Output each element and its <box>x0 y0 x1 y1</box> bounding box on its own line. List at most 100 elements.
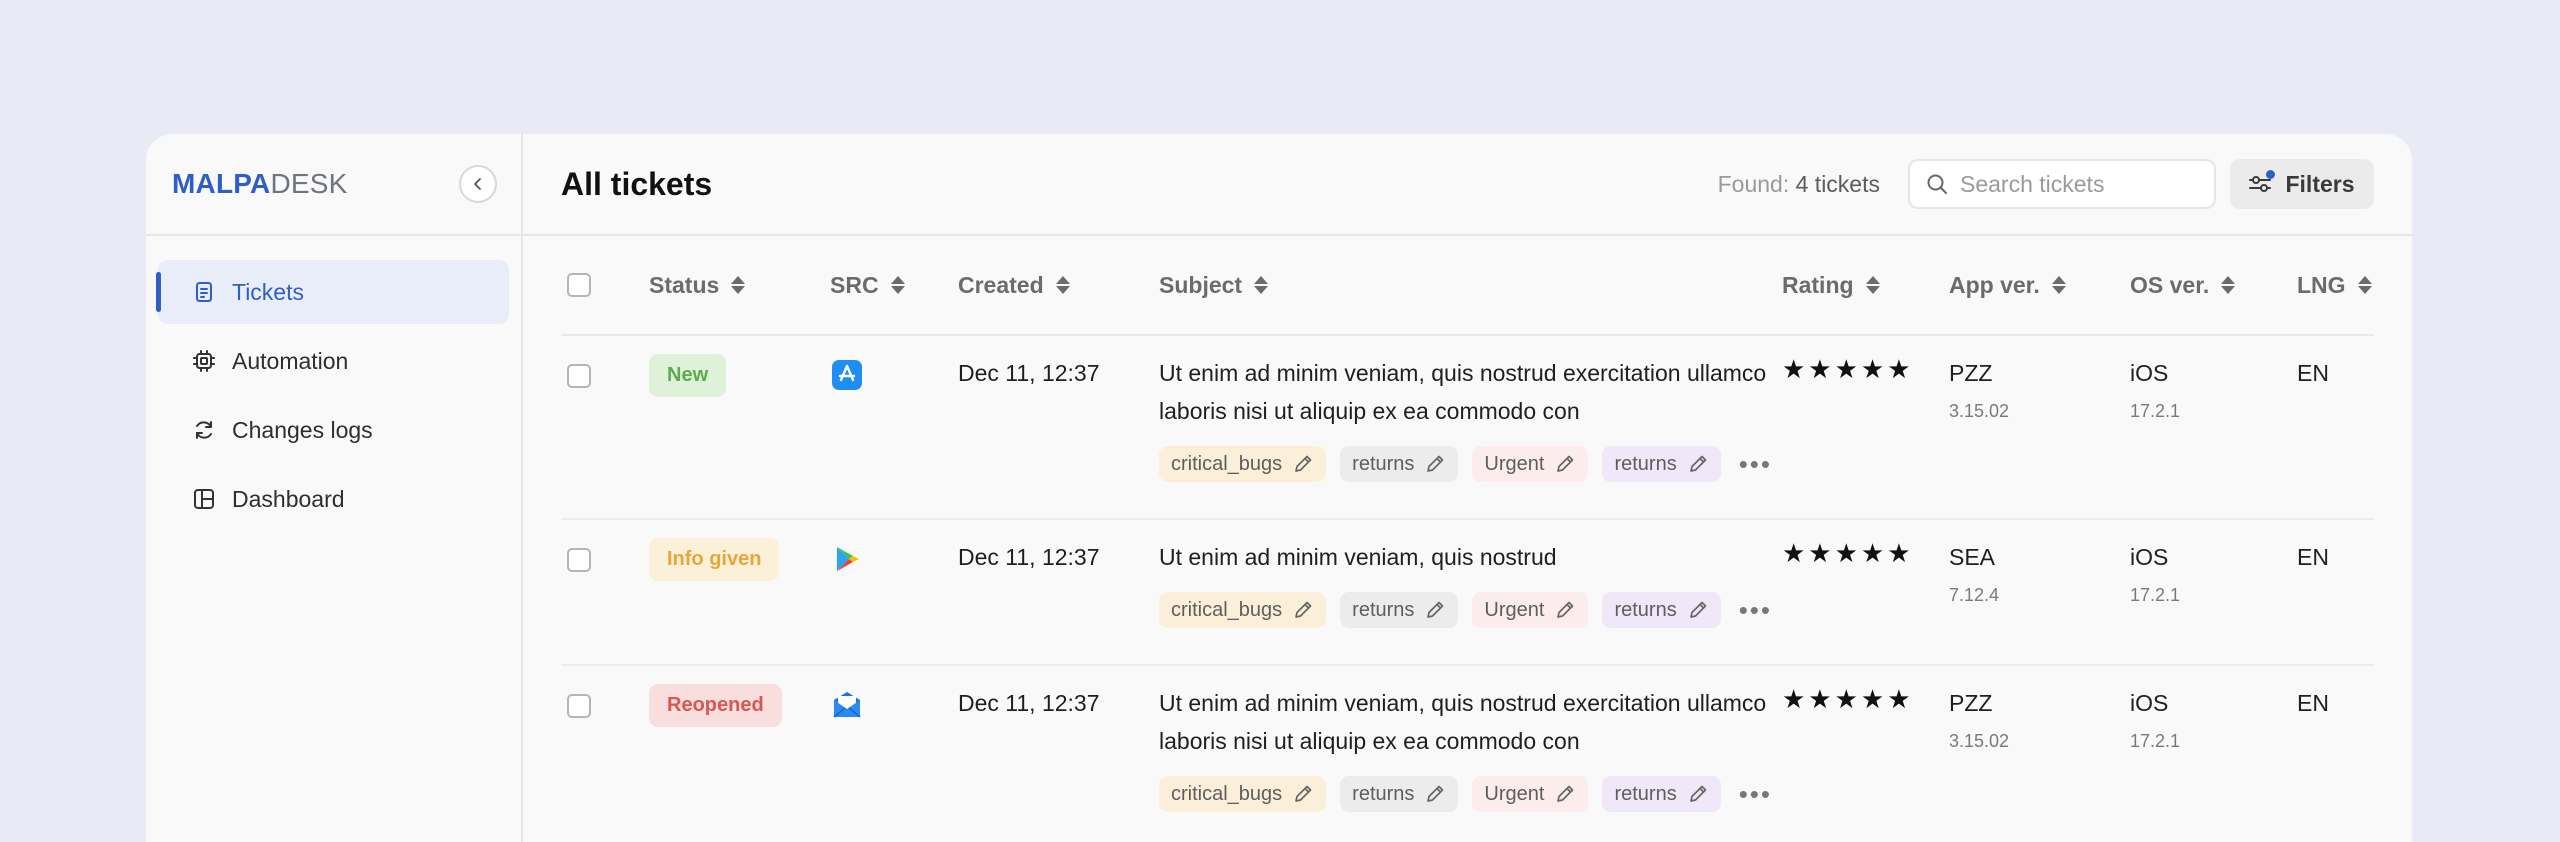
pencil-icon[interactable] <box>1424 453 1446 475</box>
tag-list: critical_bugs returns Urgent returns ••• <box>1159 446 1782 482</box>
created-date: Dec 11, 12:37 <box>958 360 1100 386</box>
sidebar-item-dashboard[interactable]: Dashboard <box>158 467 509 531</box>
column-header-src[interactable]: SRC <box>830 272 958 299</box>
column-header-rating[interactable]: Rating <box>1782 272 1949 299</box>
tag[interactable]: Urgent <box>1472 776 1589 812</box>
table-header: Status SRC Created Subject Rating App ve… <box>561 236 2374 336</box>
tag[interactable]: returns <box>1340 592 1459 628</box>
column-header-lng[interactable]: LNG <box>2297 272 2374 299</box>
column-label: OS ver. <box>2130 271 2210 298</box>
pencil-icon[interactable] <box>1424 599 1446 621</box>
search-icon <box>1927 174 1947 194</box>
tag-label: returns <box>1614 782 1677 805</box>
column-header-status[interactable]: Status <box>649 272 830 299</box>
pencil-icon[interactable] <box>1687 599 1709 621</box>
tag-label: Urgent <box>1484 598 1545 621</box>
tag[interactable]: returns <box>1340 776 1459 812</box>
sidebar-item-automation[interactable]: Automation <box>158 329 509 393</box>
row-checkbox[interactable] <box>567 364 591 388</box>
sidebar: MALPA DESK Tickets Automation Changes lo… <box>146 134 523 842</box>
column-label: App ver. <box>1949 271 2040 298</box>
created-date: Dec 11, 12:37 <box>958 544 1100 570</box>
os-name: iOS <box>2130 544 2169 570</box>
sidebar-item-label: Dashboard <box>232 485 345 512</box>
pencil-icon[interactable] <box>1292 783 1314 805</box>
table-row[interactable]: Info given Dec 11, 12:37 Ut enim ad mini… <box>561 520 2374 666</box>
column-label: Rating <box>1782 271 1854 298</box>
pencil-icon[interactable] <box>1554 453 1576 475</box>
sidebar-nav: Tickets Automation Changes logs Dashboar… <box>146 236 521 531</box>
column-header-app-ver[interactable]: App ver. <box>1949 272 2130 299</box>
sort-icon <box>731 276 746 294</box>
more-icon[interactable]: ••• <box>1739 781 1772 807</box>
filters-label: Filters <box>2285 170 2355 197</box>
sort-icon <box>2357 276 2372 294</box>
found-value: 4 tickets <box>1795 170 1880 197</box>
app-window: MALPA DESK Tickets Automation Changes lo… <box>146 134 2412 842</box>
sidebar-item-label: Tickets <box>232 278 304 305</box>
tag-label: critical_bugs <box>1171 782 1283 805</box>
row-checkbox[interactable] <box>567 548 591 572</box>
table-row[interactable]: Reopened Dec 11, 12:37 Ut enim ad minim … <box>561 666 2374 842</box>
tag[interactable]: returns <box>1340 446 1459 482</box>
ticket-subject[interactable]: Ut enim ad minim veniam, quis nostrud ex… <box>1159 354 1782 430</box>
more-icon[interactable]: ••• <box>1739 597 1772 623</box>
row-checkbox[interactable] <box>567 694 591 718</box>
logo-part-desk: DESK <box>270 168 348 199</box>
tag[interactable]: critical_bugs <box>1159 592 1327 628</box>
pencil-icon[interactable] <box>1554 599 1576 621</box>
document-icon <box>192 280 216 304</box>
pencil-icon[interactable] <box>1687 453 1709 475</box>
tag[interactable]: critical_bugs <box>1159 776 1327 812</box>
top-bar: All tickets Found: 4 tickets Filters <box>523 134 2412 236</box>
tag[interactable]: returns <box>1602 446 1721 482</box>
search-input[interactable] <box>1960 170 2200 198</box>
status-badge: Reopened <box>649 684 782 727</box>
filter-sliders-icon <box>2249 170 2276 194</box>
sort-icon <box>1055 276 1070 294</box>
layout-icon <box>192 487 216 511</box>
tag[interactable]: returns <box>1602 592 1721 628</box>
table-row[interactable]: New Dec 11, 12:37 Ut enim ad minim venia… <box>561 336 2374 520</box>
language: EN <box>2297 690 2329 716</box>
logo-part-malpa: MALPA <box>172 168 271 199</box>
language: EN <box>2297 544 2329 570</box>
tag[interactable]: critical_bugs <box>1159 446 1327 482</box>
tag-list: critical_bugs returns Urgent returns ••• <box>1159 592 1782 628</box>
sidebar-item-tickets[interactable]: Tickets <box>156 260 509 324</box>
app-version: 3.15.02 <box>1949 731 2010 751</box>
tag[interactable]: Urgent <box>1472 592 1589 628</box>
tag-label: critical_bugs <box>1171 598 1283 621</box>
ticket-subject[interactable]: Ut enim ad minim veniam, quis nostrud <box>1159 538 1782 576</box>
tag[interactable]: returns <box>1602 776 1721 812</box>
app-version: 7.12.4 <box>1949 585 2000 605</box>
column-header-created[interactable]: Created <box>958 272 1159 299</box>
chevron-left-icon <box>474 178 481 190</box>
sort-icon <box>2221 276 2236 294</box>
filters-active-dot <box>2266 170 2276 179</box>
search-box[interactable] <box>1908 159 2216 209</box>
logo: MALPA DESK <box>172 168 348 200</box>
sidebar-item-changes-logs[interactable]: Changes logs <box>158 398 509 462</box>
filters-button[interactable]: Filters <box>2230 159 2374 209</box>
pencil-icon[interactable] <box>1292 453 1314 475</box>
os-name: iOS <box>2130 690 2169 716</box>
tag[interactable]: Urgent <box>1472 446 1589 482</box>
brand-bar: MALPA DESK <box>146 134 521 236</box>
column-header-os-ver[interactable]: OS ver. <box>2130 272 2297 299</box>
collapse-sidebar-button[interactable] <box>459 165 497 203</box>
ticket-subject[interactable]: Ut enim ad minim veniam, quis nostrud ex… <box>1159 684 1782 760</box>
cpu-icon <box>192 349 216 373</box>
more-icon[interactable]: ••• <box>1739 451 1772 477</box>
select-all-checkbox[interactable] <box>567 273 591 297</box>
tag-label: returns <box>1352 598 1415 621</box>
pencil-icon[interactable] <box>1424 783 1446 805</box>
status-badge: New <box>649 354 727 397</box>
pencil-icon[interactable] <box>1292 599 1314 621</box>
pencil-icon[interactable] <box>1554 783 1576 805</box>
status-badge: Info given <box>649 538 780 581</box>
column-header-subject[interactable]: Subject <box>1159 272 1782 299</box>
pencil-icon[interactable] <box>1687 783 1709 805</box>
app-name: PZZ <box>1949 690 1993 716</box>
rating-stars: ★★★★★ <box>1782 538 1914 568</box>
